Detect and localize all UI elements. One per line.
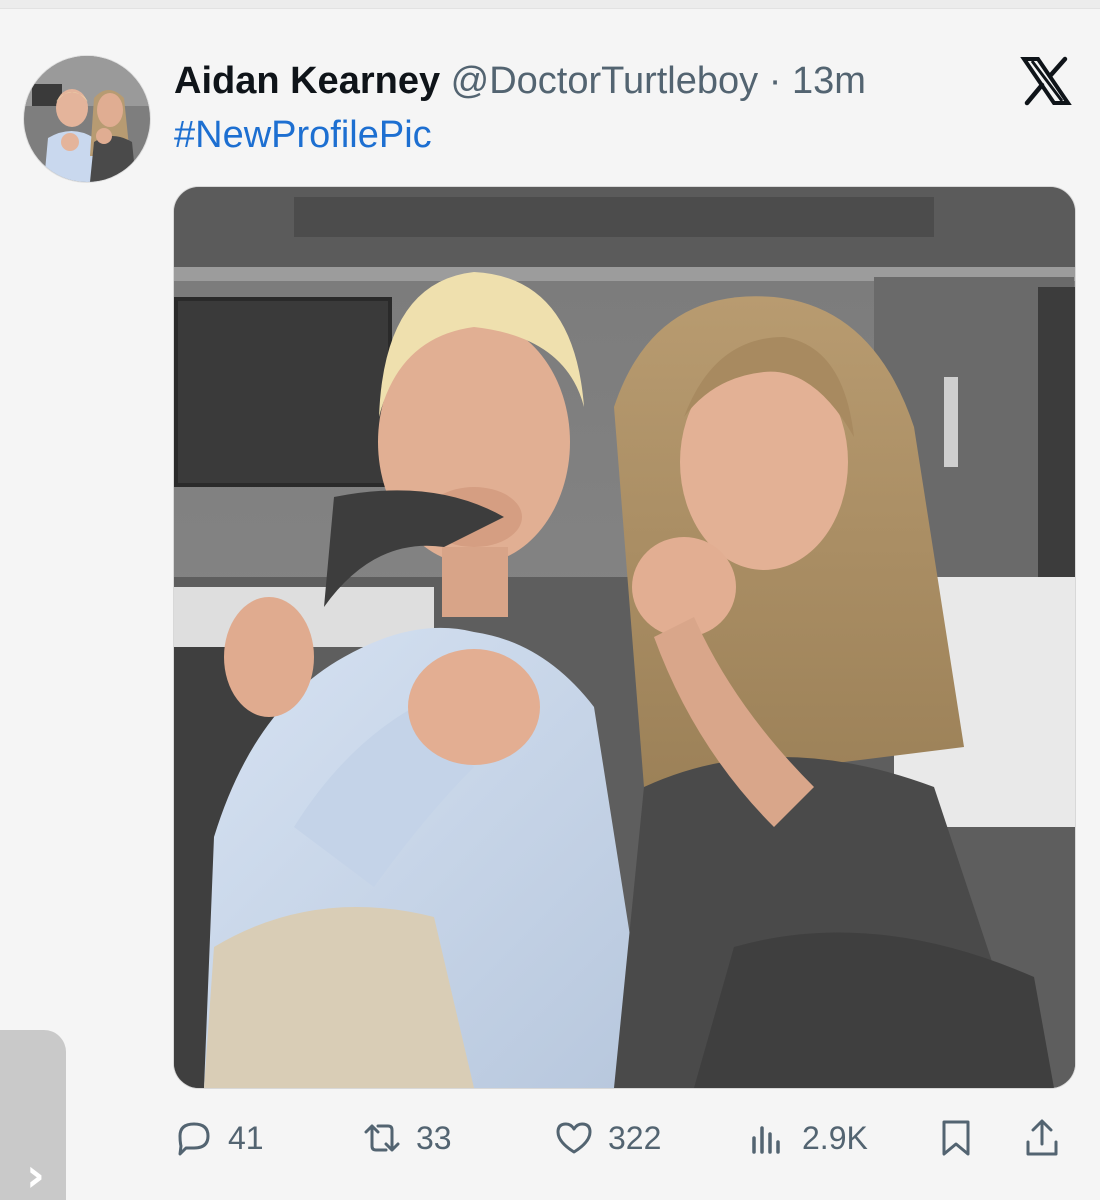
avatar-photo-icon	[24, 56, 150, 182]
like-icon	[556, 1122, 592, 1154]
views-count: 2.9K	[802, 1119, 868, 1156]
like-button[interactable]: 322	[552, 1110, 661, 1166]
repost-count: 33	[416, 1119, 452, 1156]
hashtag-link[interactable]: #NewProfilePic	[174, 114, 432, 156]
bookmark-icon	[942, 1120, 970, 1156]
repost-button[interactable]: 33	[360, 1110, 452, 1166]
share-icon	[1026, 1119, 1058, 1156]
reply-count: 41	[228, 1119, 264, 1156]
author-handle[interactable]: @DoctorTurtleboy	[451, 60, 759, 102]
tweet-text: #NewProfilePic	[174, 112, 432, 158]
reply-button[interactable]: 41	[172, 1110, 264, 1166]
views-icon	[752, 1126, 780, 1154]
screen: Aidan Kearney @DoctorTurtleboy · 13m #Ne…	[0, 0, 1100, 1200]
repost-icon	[364, 1124, 400, 1152]
like-count: 322	[608, 1119, 662, 1156]
views-button[interactable]: 2.9K	[746, 1110, 868, 1166]
bookmark-button[interactable]	[934, 1110, 978, 1166]
attached-photo-icon	[174, 187, 1075, 1088]
avatar[interactable]	[24, 56, 150, 182]
chevron-right-icon[interactable]: ›	[26, 1152, 45, 1198]
separator-dot: ·	[768, 60, 782, 102]
top-divider	[0, 0, 1100, 9]
share-button[interactable]	[1020, 1110, 1064, 1166]
tweet-photo[interactable]	[173, 186, 1076, 1089]
author-name[interactable]: Aidan Kearney	[174, 60, 440, 102]
tweet-timestamp[interactable]: 13m	[792, 60, 866, 102]
reply-icon	[178, 1122, 210, 1156]
tweet-header: Aidan Kearney @DoctorTurtleboy · 13m	[174, 58, 866, 104]
x-logo-icon[interactable]	[1020, 56, 1072, 106]
tweet-actions: 41 33 322 2.9K	[172, 1110, 1082, 1166]
